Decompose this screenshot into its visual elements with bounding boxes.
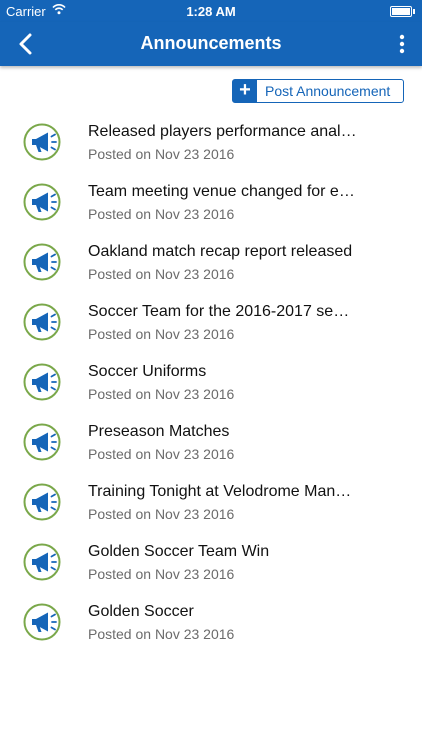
more-menu-button[interactable]: [396, 31, 408, 57]
announcement-item[interactable]: Team meeting venue changed for e… Posted…: [0, 173, 422, 233]
megaphone-icon: [23, 603, 61, 641]
announcement-item[interactable]: Preseason Matches Posted on Nov 23 2016: [0, 413, 422, 473]
announcement-title: Oakland match recap report released: [88, 243, 353, 260]
announcement-date: Posted on Nov 23 2016: [88, 446, 235, 462]
announcement-date: Posted on Nov 23 2016: [88, 506, 235, 522]
announcement-title: Soccer Uniforms: [88, 363, 207, 380]
megaphone-icon: [23, 543, 61, 581]
announcement-date: Posted on Nov 23 2016: [88, 326, 235, 342]
announcement-item[interactable]: Released players performance anal… Poste…: [0, 113, 422, 173]
announcement-date: Posted on Nov 23 2016: [88, 206, 235, 222]
more-vertical-icon: [399, 34, 405, 54]
announcement-title: Golden Soccer Team Win: [88, 543, 270, 560]
megaphone-icon: [23, 483, 61, 521]
megaphone-icon: [23, 183, 61, 221]
megaphone-icon: [23, 303, 61, 341]
announcement-title: Soccer Team for the 2016-2017 se…: [88, 303, 350, 320]
announcement-title: Training Tonight at Velodrome Man…: [88, 483, 352, 500]
megaphone-icon: [23, 243, 61, 281]
announcement-date: Posted on Nov 23 2016: [88, 266, 235, 282]
announcement-title: Golden Soccer: [88, 603, 194, 620]
status-bar: Carrier 1:28 AM: [0, 0, 422, 22]
announcement-date: Posted on Nov 23 2016: [88, 626, 235, 642]
megaphone-icon: [23, 363, 61, 401]
announcement-list: Released players performance anal… Poste…: [0, 113, 422, 653]
status-time: 1:28 AM: [186, 4, 236, 19]
nav-bar: Announcements: [0, 22, 422, 66]
page-title: Announcements: [140, 33, 282, 53]
announcement-date: Posted on Nov 23 2016: [88, 386, 235, 402]
post-announcement-button[interactable]: + Post Announcement: [232, 79, 404, 103]
announcement-item[interactable]: Training Tonight at Velodrome Man… Poste…: [0, 473, 422, 533]
announcement-item[interactable]: Golden Soccer Posted on Nov 23 2016: [0, 593, 422, 653]
announcement-item[interactable]: Soccer Team for the 2016-2017 se… Posted…: [0, 293, 422, 353]
battery-icon: [390, 6, 415, 17]
megaphone-icon: [23, 123, 61, 161]
announcement-date: Posted on Nov 23 2016: [88, 146, 235, 162]
announcement-item[interactable]: Golden Soccer Team Win Posted on Nov 23 …: [0, 533, 422, 593]
post-announcement-label: Post Announcement: [265, 83, 391, 99]
announcement-title: Team meeting venue changed for e…: [88, 183, 355, 200]
announcement-title: Released players performance anal…: [88, 123, 357, 140]
announcement-title: Preseason Matches: [88, 423, 230, 440]
plus-icon: +: [233, 80, 257, 102]
megaphone-icon: [23, 423, 61, 461]
announcement-item[interactable]: Soccer Uniforms Posted on Nov 23 2016: [0, 353, 422, 413]
announcement-item[interactable]: Oakland match recap report released Post…: [0, 233, 422, 293]
announcement-date: Posted on Nov 23 2016: [88, 566, 235, 582]
